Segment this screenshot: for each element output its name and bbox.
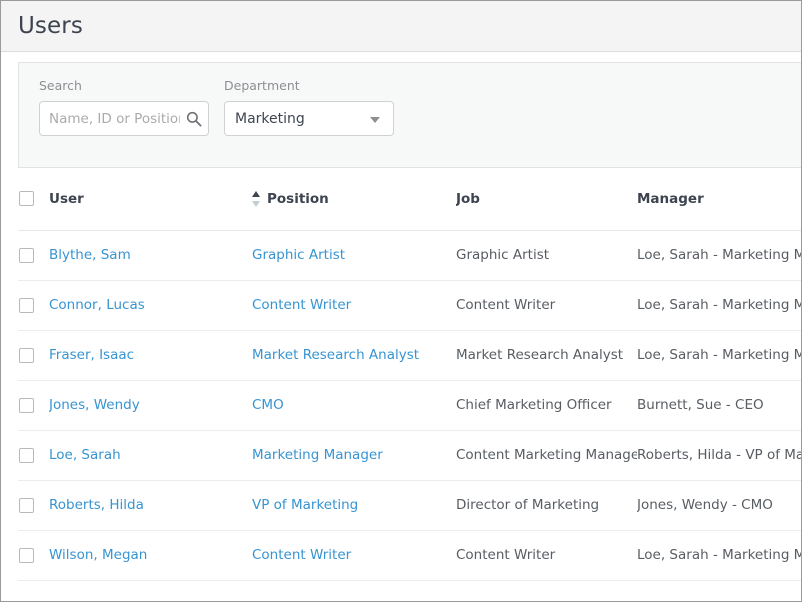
column-header-position-label: Position — [267, 190, 329, 207]
cell-job: Chief Marketing Officer — [456, 380, 637, 431]
user-link[interactable]: Loe, Sarah — [49, 447, 121, 463]
column-header-manager[interactable]: Manager — [637, 168, 801, 231]
cell-manager: Loe, Sarah - Marketing Manager — [637, 330, 801, 381]
department-field-group: Department Marketing — [224, 79, 394, 136]
cell-user: Wilson, Megan — [49, 530, 252, 581]
cell-job: Content Writer — [456, 530, 637, 581]
cell-user: Blythe, Sam — [49, 230, 252, 281]
row-checkbox-cell — [18, 330, 49, 381]
cell-manager: Loe, Sarah - Marketing Manager — [637, 230, 801, 281]
row-checkbox-cell — [18, 280, 49, 331]
row-checkbox[interactable] — [19, 247, 34, 263]
cell-manager: Jones, Wendy - CMO — [637, 480, 801, 531]
cell-manager: Burnett, Sue - CEO — [637, 380, 801, 431]
search-label: Search — [39, 78, 82, 93]
chevron-down-icon — [370, 116, 380, 123]
row-checkbox[interactable] — [19, 497, 34, 513]
row-checkbox[interactable] — [19, 397, 34, 413]
cell-position: Content Writer — [252, 280, 456, 331]
user-link[interactable]: Jones, Wendy — [49, 397, 140, 413]
page-title: Users — [18, 13, 83, 39]
page-header: Users — [1, 1, 801, 52]
users-table-area: User Position Job Manager Blythe, Sam Gr… — [1, 168, 801, 581]
cell-position: VP of Marketing — [252, 480, 456, 531]
table-row[interactable]: Jones, Wendy CMO Chief Marketing Officer Bu… — [18, 380, 801, 431]
cell-manager: Roberts, Hilda - VP of Marketing — [637, 430, 801, 481]
position-link[interactable]: Marketing Manager — [252, 447, 383, 463]
cell-manager: Loe, Sarah - Marketing Manager — [637, 530, 801, 581]
position-link[interactable]: Content Writer — [252, 297, 351, 313]
user-link[interactable]: Connor, Lucas — [49, 297, 145, 313]
column-header-user-label: User — [49, 190, 84, 207]
cell-job: Content Marketing Manager — [456, 430, 637, 481]
cell-job: Market Research Analyst — [456, 330, 637, 381]
sort-ascending-icon — [252, 190, 261, 207]
column-header-position[interactable]: Position — [252, 168, 456, 231]
search-input[interactable] — [40, 102, 208, 135]
user-link[interactable]: Fraser, Isaac — [49, 347, 134, 363]
cell-job: Content Writer — [456, 280, 637, 331]
cell-position: Market Research Analyst — [252, 330, 456, 381]
table-row[interactable]: Connor, Lucas Content Writer Content Write… — [18, 280, 801, 331]
position-link[interactable]: Graphic Artist — [252, 247, 345, 263]
department-label: Department — [224, 78, 300, 93]
select-all-header — [18, 168, 49, 231]
users-table: User Position Job Manager Blythe, Sam Gr… — [18, 168, 801, 581]
row-checkbox-cell — [18, 430, 49, 481]
cell-user: Jones, Wendy — [49, 380, 252, 431]
filter-panel: Search Department Marketing — [18, 62, 801, 168]
cell-position: CMO — [252, 380, 456, 431]
cell-job: Director of Marketing — [456, 480, 637, 531]
table-body: Blythe, Sam Graphic Artist Graphic Artist L… — [18, 230, 801, 581]
table-row[interactable]: Loe, Sarah Marketing Manager Content Marke… — [18, 430, 801, 481]
position-link[interactable]: Content Writer — [252, 547, 351, 563]
filter-section: Search Department Marketing — [1, 52, 801, 168]
user-link[interactable]: Roberts, Hilda — [49, 497, 144, 513]
column-header-job[interactable]: Job — [456, 168, 637, 231]
table-row[interactable]: Roberts, Hilda VP of Marketing Director of… — [18, 480, 801, 531]
table-header: User Position Job Manager — [18, 168, 801, 231]
row-checkbox[interactable] — [19, 447, 34, 463]
column-header-manager-label: Manager — [637, 190, 704, 207]
row-checkbox-cell — [18, 380, 49, 431]
row-checkbox-cell — [18, 530, 49, 581]
select-all-checkbox[interactable] — [19, 191, 34, 207]
column-header-user[interactable]: User — [49, 168, 252, 231]
table-header-row: User Position Job Manager — [18, 168, 801, 231]
users-page: Users Search Department — [0, 0, 802, 602]
row-checkbox[interactable] — [19, 547, 34, 563]
position-link[interactable]: VP of Marketing — [252, 497, 358, 513]
cell-manager: Loe, Sarah - Marketing Manager — [637, 280, 801, 331]
column-header-job-label: Job — [456, 190, 480, 207]
table-row[interactable]: Fraser, Isaac Market Research Analyst Mark… — [18, 330, 801, 381]
user-link[interactable]: Wilson, Megan — [49, 547, 147, 563]
row-checkbox[interactable] — [19, 347, 34, 363]
cell-user: Loe, Sarah — [49, 430, 252, 481]
cell-user: Roberts, Hilda — [49, 480, 252, 531]
table-row[interactable]: Blythe, Sam Graphic Artist Graphic Artist L… — [18, 230, 801, 281]
cell-user: Connor, Lucas — [49, 280, 252, 331]
position-link[interactable]: Market Research Analyst — [252, 347, 419, 363]
row-checkbox[interactable] — [19, 297, 34, 313]
cell-position: Content Writer — [252, 530, 456, 581]
cell-job: Graphic Artist — [456, 230, 637, 281]
department-selected-value: Marketing — [235, 110, 305, 127]
search-field-group: Search — [39, 79, 209, 136]
user-link[interactable]: Blythe, Sam — [49, 247, 131, 263]
row-checkbox-cell — [18, 480, 49, 531]
position-link[interactable]: CMO — [252, 397, 284, 413]
table-row[interactable]: Wilson, Megan Content Writer Content Write… — [18, 530, 801, 581]
cell-position: Graphic Artist — [252, 230, 456, 281]
row-checkbox-cell — [18, 230, 49, 281]
cell-user: Fraser, Isaac — [49, 330, 252, 381]
search-box[interactable] — [39, 101, 209, 136]
cell-position: Marketing Manager — [252, 430, 456, 481]
department-select[interactable]: Marketing — [224, 101, 394, 136]
